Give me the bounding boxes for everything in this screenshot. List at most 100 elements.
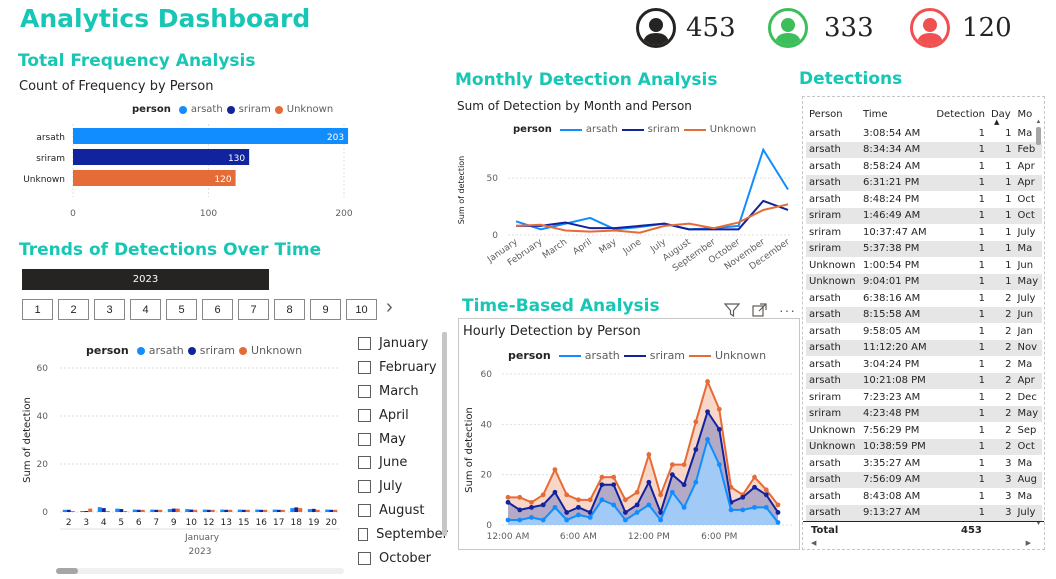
table-cell: 1 [987,240,1015,257]
detections-section-title: Detections [799,69,903,89]
month-label: July [379,479,403,495]
month-option[interactable]: July [358,475,448,499]
scroll-left-icon[interactable]: ◀ [811,539,816,547]
page-button-8[interactable]: 8 [274,299,305,320]
more-options-icon[interactable]: ··· [779,302,796,318]
table-row[interactable]: arsath 3:04:24 PM 1 2 Ma [806,356,1042,373]
table-cell: 2 [1005,358,1012,370]
page-button-10[interactable]: 10 [346,299,377,320]
data-point [576,504,581,510]
table-row[interactable]: sriram 5:37:38 PM 1 1 Ma [806,240,1042,257]
x-tick-label: 15 [238,518,249,528]
table-row[interactable]: arsath 8:15:58 AM 1 2 Jun [806,306,1042,323]
data-point [564,510,570,515]
table-row[interactable]: sriram 1:46:49 AM 1 1 Oct [806,207,1042,224]
page-button-3[interactable]: 3 [94,299,125,320]
month-option[interactable]: June [358,451,448,475]
checkbox[interactable] [358,527,369,541]
table-cell: 1 [931,273,988,290]
table-cell: 2 [1005,391,1012,403]
column [70,511,75,512]
checkbox[interactable] [358,480,371,494]
checkbox[interactable] [358,384,371,398]
data-point [517,507,523,513]
year-slicer[interactable]: 2023 [22,269,269,290]
data-point [540,517,546,523]
table-horizontal-scrollbar[interactable]: ◀ ▶ [811,539,1031,547]
column-header-sorted[interactable]: Day ▲ [988,103,1015,127]
month-label: June [379,455,408,471]
checkbox[interactable] [358,503,371,517]
table-row[interactable]: arsath 8:34:34 AM 1 1 Feb [806,141,1042,158]
checkbox[interactable] [358,551,371,565]
month-option[interactable]: September [358,522,448,546]
page-button-9[interactable]: 9 [310,299,341,320]
table-row[interactable]: Unknown 9:04:01 PM 1 1 May [806,273,1042,290]
column [280,509,285,512]
vertical-scrollbar[interactable]: ▲ ▼ [1035,119,1042,527]
table-row[interactable]: sriram 4:23:48 PM 1 2 May [806,405,1042,422]
table-row[interactable]: arsath 8:43:08 AM 1 3 Ma [806,488,1042,505]
column [84,511,89,512]
category-label: Unknown [23,175,65,185]
table-row[interactable]: arsath 10:21:08 PM 1 2 Apr [806,372,1042,389]
x-tick-label: 0 [70,209,76,219]
data-point [599,482,605,488]
slicer-scrollbar[interactable] [442,332,447,536]
x-tick-label: 20 [326,518,338,528]
table-cell: 8:48:24 PM [863,193,920,205]
table-row[interactable]: arsath 7:56:09 AM 1 3 Aug [806,471,1042,488]
chevron-right-icon[interactable]: › [386,296,393,319]
page-button-6[interactable]: 6 [202,299,233,320]
column-header[interactable]: Detection [932,103,988,125]
month-option[interactable]: January [358,332,448,356]
table-cell: sriram [806,405,861,422]
checkbox[interactable] [358,456,371,470]
column-header[interactable]: Person [806,103,860,125]
table-cell: 4:23:48 PM [860,405,932,422]
page-button-2[interactable]: 2 [58,299,89,320]
month-option[interactable]: February [358,356,448,380]
table-cell: 1 [931,207,988,224]
horizontal-scrollbar[interactable] [56,568,344,574]
checkbox[interactable] [358,361,371,375]
scrollbar-thumb[interactable] [1036,127,1041,145]
table-row[interactable]: arsath 11:12:20 AM 1 2 Nov [806,339,1042,356]
column-header[interactable]: Time [860,103,932,125]
legend-marker [621,128,644,131]
table-row[interactable]: arsath 8:58:24 AM 1 1 Apr [806,158,1042,175]
scrollbar-thumb[interactable] [56,568,78,574]
checkbox[interactable] [358,408,371,422]
table-row[interactable]: sriram 7:23:23 AM 1 2 Dec [806,389,1042,406]
page-button-7[interactable]: 7 [238,299,269,320]
scroll-right-icon[interactable]: ▶ [1026,539,1031,547]
trends-section-title: Trends of Detections Over Time [19,240,322,260]
table-row[interactable]: arsath 6:38:16 AM 1 2 July [806,290,1042,307]
legend-marker [558,354,581,357]
scroll-up-icon[interactable]: ▲ [1035,119,1042,125]
column [294,507,299,512]
page-button-4[interactable]: 4 [130,299,161,320]
table-cell: 2 [987,438,1015,455]
checkbox[interactable] [358,337,371,351]
table-row[interactable]: arsath 3:08:54 AM 1 1 Ma [806,125,1042,142]
table-row[interactable]: arsath 8:48:24 PM 1 1 Oct [806,191,1042,208]
table-row[interactable]: arsath 3:35:27 AM 1 3 Ma [806,455,1042,472]
table-cell: 6:31:21 PM [860,174,932,191]
table-row[interactable]: arsath 9:13:27 AM 1 3 July [806,504,1042,521]
month-option[interactable]: May [358,427,448,451]
table-row[interactable]: Unknown 1:00:54 PM 1 1 Jun [806,257,1042,274]
month-option[interactable]: April [358,403,448,427]
table-row[interactable]: sriram 10:37:47 AM 1 1 July [806,224,1042,241]
table-row[interactable]: Unknown 7:56:29 PM 1 2 Sep [806,422,1042,439]
page-button-5[interactable]: 5 [166,299,197,320]
table-row[interactable]: Unknown 10:38:59 PM 1 2 Oct [806,438,1042,455]
checkbox[interactable] [358,432,371,446]
month-option[interactable]: October [358,546,448,570]
month-option[interactable]: March [358,380,448,404]
page-button-1[interactable]: 1 [22,299,53,320]
table-row[interactable]: arsath 6:31:21 PM 1 1 Apr [806,174,1042,191]
month-option[interactable]: August [358,499,448,523]
table-row[interactable]: arsath 9:58:05 AM 1 2 Jan [806,323,1042,340]
table-cell: 10:21:08 PM [860,372,932,389]
